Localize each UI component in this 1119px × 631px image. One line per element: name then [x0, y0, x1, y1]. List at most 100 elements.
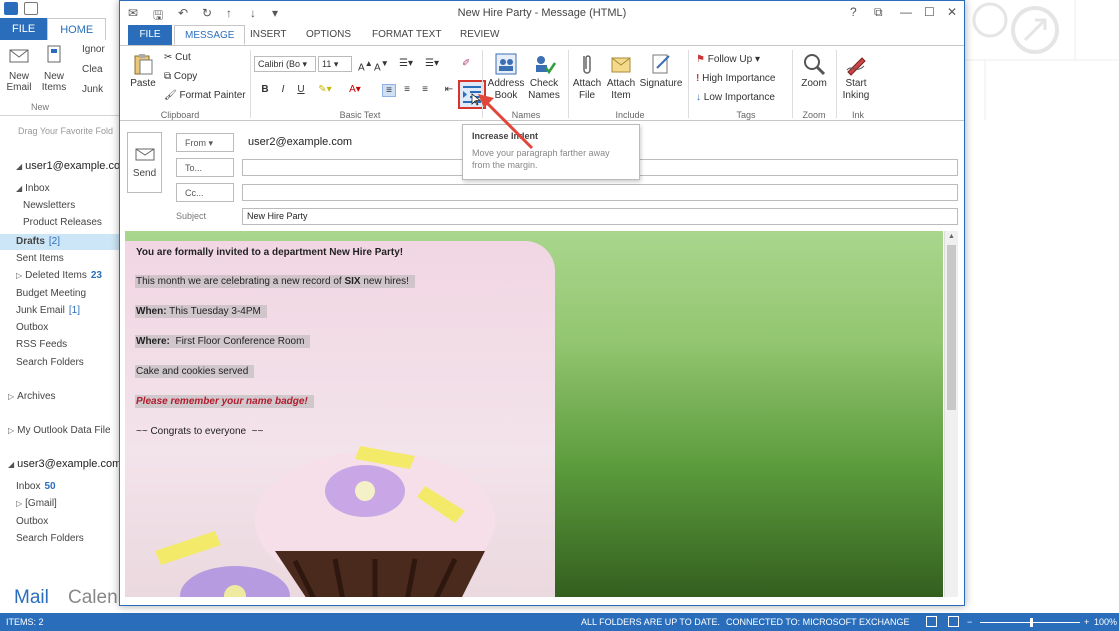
to-button[interactable]: To... — [176, 158, 234, 177]
down-arrow-icon[interactable]: ↓ — [250, 6, 256, 20]
body-text: This Tuesday 3-4PM — [166, 306, 261, 317]
clear-formatting-button[interactable]: ✐ — [462, 58, 470, 69]
attach-file-button[interactable]: Attach File — [568, 52, 606, 102]
tab-message[interactable]: MESSAGE — [174, 25, 246, 45]
folder-sent-items[interactable]: Sent Items — [16, 253, 64, 264]
folder-my-outlook-data-file[interactable]: ▷ My Outlook Data File — [8, 425, 111, 436]
new-items-button[interactable]: New Items — [38, 44, 70, 93]
tab-file[interactable]: FILE — [128, 25, 172, 45]
format-painter-button[interactable]: 🖌 Format Painter — [164, 90, 246, 101]
up-arrow-icon[interactable]: ↑ — [226, 6, 232, 20]
reading-view-icon[interactable] — [948, 616, 959, 627]
scroll-up-arrow-icon[interactable]: ▲ — [948, 233, 955, 240]
zoom-out-icon[interactable]: − — [967, 617, 972, 627]
tab-options[interactable]: OPTIONS — [296, 25, 361, 45]
tab-insert[interactable]: INSERT — [240, 25, 297, 45]
align-left-button[interactable]: ≡ — [382, 84, 396, 97]
bold-button[interactable]: B — [258, 84, 272, 95]
status-sync: ALL FOLDERS ARE UP TO DATE. — [581, 617, 721, 627]
folder-search-folders-2[interactable]: Search Folders — [16, 533, 84, 544]
zoom-level[interactable]: 100% — [1094, 617, 1117, 627]
decrease-indent-button[interactable]: ⇤ — [442, 84, 456, 95]
zoom-button[interactable]: Zoom — [796, 52, 832, 90]
folder-label: Search Folders — [16, 533, 84, 544]
body-text: You are formally invited to a department… — [136, 247, 404, 258]
nav-calendar[interactable]: Calen — [68, 587, 118, 609]
customize-qat-icon[interactable]: ▾ — [272, 6, 278, 20]
folder-budget-meeting[interactable]: Budget Meeting — [16, 288, 86, 299]
junk-button[interactable]: Junk — [82, 84, 103, 95]
numbering-button[interactable]: ☰▾ — [425, 58, 439, 69]
copy-button[interactable]: ⧉ Copy — [164, 71, 197, 82]
follow-up-button[interactable]: ⚑ Follow Up ▾ — [696, 54, 760, 65]
folder-outbox[interactable]: Outbox — [16, 322, 48, 333]
account-user3[interactable]: ◢ user3@example.com — [8, 458, 122, 470]
account-user1[interactable]: ◢ user1@example.com — [16, 160, 130, 172]
folder-product-releases[interactable]: Product Releases — [23, 217, 102, 228]
underline-button[interactable]: U — [294, 84, 308, 95]
zoom-slider-thumb[interactable] — [1030, 618, 1033, 627]
folder-inbox-2[interactable]: Inbox 50 — [16, 481, 56, 492]
folder-rss-feeds[interactable]: RSS Feeds — [16, 339, 67, 350]
clean-up-button[interactable]: Clea — [82, 64, 103, 75]
cut-button[interactable]: ✂ Cut — [164, 52, 191, 63]
folder-outbox-2[interactable]: Outbox — [16, 516, 48, 527]
decrease-indent-icon: ⇤ — [444, 84, 454, 95]
close-button[interactable]: ✕ — [947, 5, 957, 19]
paste-button[interactable]: Paste — [126, 52, 160, 90]
body-scrollbar[interactable]: ▲ — [944, 231, 958, 597]
new-email-button[interactable]: New Email — [4, 44, 34, 93]
maximize-button[interactable]: ☐ — [924, 5, 935, 19]
nav-mail[interactable]: Mail — [14, 587, 49, 609]
minimize-button[interactable]: — — [900, 5, 912, 19]
bullets-button[interactable]: ☰▾ — [399, 58, 413, 69]
shrink-font-button[interactable]: A▼ — [374, 58, 389, 73]
scrollbar-thumb[interactable] — [947, 245, 956, 410]
folder-junk-email[interactable]: Junk Email [1] — [16, 305, 80, 316]
high-importance-button[interactable]: ! High Importance — [696, 73, 775, 84]
folder-archives[interactable]: ▷ Archives — [8, 391, 56, 402]
align-right-button[interactable]: ≡ — [418, 84, 432, 95]
grow-font-button[interactable]: A▲ — [358, 58, 373, 73]
subject-field[interactable]: New Hire Party — [242, 208, 958, 225]
ignore-button[interactable]: Ignor — [82, 44, 105, 55]
normal-view-icon[interactable] — [926, 616, 937, 627]
send-button[interactable]: Send — [127, 132, 162, 193]
check-names-button[interactable]: Check Names — [524, 52, 564, 102]
folder-drafts[interactable]: Drafts [2] — [0, 234, 120, 250]
highlight-button[interactable]: ✎▾ — [318, 84, 332, 95]
outlook-tab-file[interactable]: FILE — [0, 18, 48, 40]
from-button[interactable]: From ▾ — [176, 133, 234, 152]
zoom-in-icon[interactable]: + — [1084, 617, 1089, 627]
address-book-button[interactable]: Address Book — [486, 52, 526, 102]
italic-button[interactable]: I — [276, 84, 290, 95]
folder-gmail[interactable]: ▷ [Gmail] — [16, 498, 57, 509]
save-icon[interactable]: 🖫 — [153, 6, 163, 27]
undo-icon[interactable] — [44, 2, 58, 15]
undo-icon[interactable]: ↶ — [178, 6, 188, 20]
folder-newsletters[interactable]: Newsletters — [23, 200, 75, 211]
redo-icon[interactable]: ↻ — [202, 6, 212, 20]
attach-item-button[interactable]: Attach Item — [602, 52, 640, 102]
outlook-tab-home[interactable]: HOME — [47, 18, 107, 40]
start-inking-button[interactable]: Start Inking — [838, 52, 874, 102]
help-button[interactable]: ? — [850, 5, 857, 19]
cc-button[interactable]: Cc... — [176, 183, 234, 202]
font-color-button[interactable]: A▾ — [348, 84, 362, 95]
folder-search-folders[interactable]: Search Folders — [16, 357, 84, 368]
folder-inbox[interactable]: ◢ Inbox — [16, 183, 50, 194]
send-receive-icon[interactable] — [24, 2, 38, 15]
cc-field[interactable] — [242, 184, 958, 201]
font-color-icon: A▾ — [349, 84, 361, 95]
ribbon-display-button[interactable]: ⧉ — [874, 5, 883, 20]
message-ribbon-tabs: FILE MESSAGE INSERT OPTIONS FORMAT TEXT … — [120, 25, 964, 45]
font-name-dropdown[interactable]: Calibri (Bo ▾ — [254, 56, 316, 72]
align-center-button[interactable]: ≡ — [400, 84, 414, 95]
folder-deleted-items[interactable]: ▷ Deleted Items 23 — [16, 270, 102, 281]
font-size-dropdown[interactable]: 11 ▾ — [318, 56, 352, 72]
low-importance-button[interactable]: ↓ Low Importance — [696, 92, 775, 103]
message-body[interactable]: You are formally invited to a department… — [125, 231, 943, 597]
signature-button[interactable]: Signature — [638, 52, 684, 90]
tab-review[interactable]: REVIEW — [450, 25, 509, 45]
tab-format-text[interactable]: FORMAT TEXT — [362, 25, 451, 45]
